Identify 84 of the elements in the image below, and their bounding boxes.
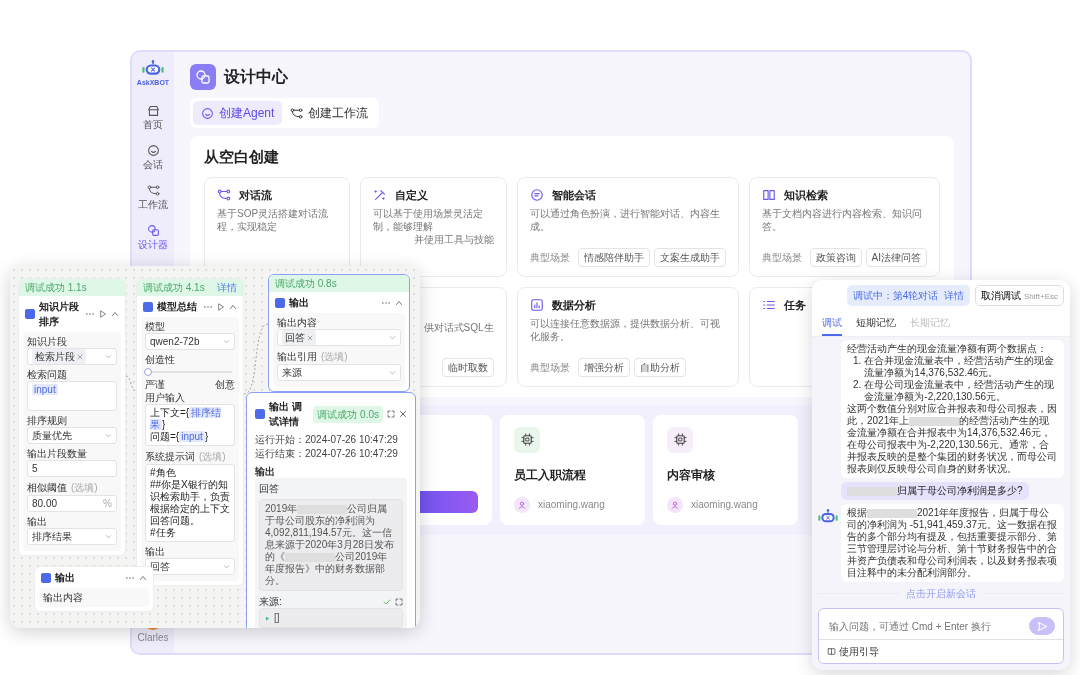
scenario-tag: 增强分析 — [577, 357, 630, 377]
scenario-tag: 情感陪伴助手 — [577, 247, 650, 267]
scenario-tag: 自助分析 — [633, 357, 686, 377]
card-description: 可以基于使用场景灵活定制，能够理解 — [373, 207, 485, 233]
list-number: 1. — [853, 355, 862, 368]
optional-hint: (选填) — [321, 350, 348, 364]
field-label: 输出 — [27, 515, 47, 528]
list-item-text: 在合并现金流量表中，经营活动产生的现金流量净额为14,376,532.46元。 — [864, 355, 1056, 379]
list-item-text: 在母公司现金流量表中，经营活动产生的现金流量净额为-2,220,130.56元。 — [864, 379, 1056, 403]
node-title: 输出 — [289, 296, 310, 310]
tag-chip: 检索片段 — [32, 349, 86, 364]
slider-max-label: 创意 — [215, 378, 235, 391]
card-title: 自定义 — [395, 187, 429, 203]
page-title: 设计中心 — [224, 67, 288, 87]
unit-label: % — [103, 497, 112, 511]
field-label: 输出内容 — [43, 591, 83, 604]
tag-chip: 回答 — [282, 330, 316, 345]
card-title: 智能会话 — [551, 187, 596, 203]
run-time: 运行开始：2024-07-26 10:47:29 — [255, 433, 399, 447]
field-label: 系统提示词 — [145, 450, 195, 463]
status-text: 调试成功 4.1s — [143, 281, 205, 295]
list-number: 2. — [853, 379, 862, 392]
user-name: Clarles — [137, 631, 169, 645]
user-message: 归属于母公司净利润是多少? — [841, 482, 1029, 500]
scenario-label: 典型场景 — [529, 250, 570, 265]
card-description: 供对话式SQL生 — [422, 320, 494, 334]
status-text: 调试成功 1.1s — [25, 281, 87, 295]
scenario-label: 典型场景 — [529, 360, 570, 375]
answer-text: 2019年 公司归属于母公司股东的净利润为4,092,811,194.57元。这一信息来源于2020年3月28日发布的《 公司2019年年度报告》中的财务数据部分。 — [259, 499, 403, 591]
card-title: 知识检索 — [783, 187, 828, 203]
field-label: 创造性 — [145, 353, 175, 366]
prompt-line: #角色 — [150, 467, 177, 479]
optional-hint: (选填) — [199, 450, 226, 464]
status-text: 调试中：第4轮对话 — [852, 289, 939, 303]
field-value: 5 — [32, 462, 38, 476]
section-title: 从空白创建 — [204, 147, 280, 167]
field-label: 相似阈值 — [27, 481, 67, 494]
slider-min-label: 严谨 — [145, 378, 165, 391]
author-name: xiaoming.wang — [538, 498, 605, 512]
source-label: 来源: — [259, 595, 283, 608]
source-value: [] — [274, 612, 280, 624]
field-label: 输出 — [145, 545, 165, 558]
template-title: 内容审核 — [667, 466, 716, 484]
prompt-line: ##你是X银行的知识检索助手，负责根据给定的上下文回答问题。 — [150, 479, 230, 527]
panel-title: 输出 调试详情 — [269, 400, 303, 429]
field-label: 用户输入 — [145, 391, 185, 404]
status-badge: 调试成功 0.0s — [313, 405, 383, 423]
scenario-tag: AI法律问答 — [865, 247, 927, 267]
node-title: 模型总结 — [157, 300, 198, 314]
node-title: 输出 — [55, 571, 76, 585]
bot-message: 根据 2021年年度报告，归属于母公司的净利润为 -51,941,459.37元。这一数据在报告的多个部分均有提及，包括重要提示部分、第三节管理层讨论与分析、第十节财务报告中的合并资产负债表和母公司利润表，以及财务报表项目注释中的未分配利润部分。 — [841, 504, 1064, 582]
run-time: 运行结束：2024-07-26 10:47:29 — [255, 447, 399, 461]
field-label: 输出内容 — [277, 316, 317, 329]
message-text: 这两个数值分别对应合并报表和母公司报表，因此，2021年上 的经营活动产生的现金流量净额在合并报表中为14,376,532.46元，在母公司报表中为-2,220,130.56元。通常，合并报表反映的是整个集团的财务状况，而母公司报表则仅反映母公司自身的财务状况。 — [847, 403, 1058, 475]
card-description: 可以通过角色扮演，进行智能对话、内容生成。 — [529, 207, 721, 233]
status-text: 调试成功 0.8s — [275, 277, 337, 291]
prompt-line: 问题={ input } — [150, 431, 210, 443]
card-title: 任务 — [783, 297, 806, 313]
field-label: 模型 — [145, 320, 165, 333]
answer-label: 回答 — [259, 482, 280, 495]
card-title: 对话流 — [239, 187, 272, 203]
node-title: 知识片段排序 — [39, 300, 80, 329]
card-description: 可以连接任意数据源，提供数据分析、可视化服务。 — [529, 317, 721, 343]
card-description: 基于文档内容进行内容检索、知识问答。 — [761, 207, 923, 233]
prompt-line: #任务 — [150, 527, 177, 539]
scenario-tag: 政策咨询 — [809, 247, 862, 267]
field-value: 80.00 — [32, 497, 58, 511]
scenario-label: 典型场景 — [761, 250, 802, 265]
template-title: 员工入职流程 — [514, 466, 587, 484]
output-label: 输出 — [255, 465, 276, 478]
card-description: 并使用工具与技能 — [412, 233, 494, 246]
card-description: 基于SOP灵活搭建对话流程，实现稳定 — [217, 207, 330, 233]
field-label: 输出引用 — [277, 350, 317, 363]
scenario-tag: 文案生成助手 — [653, 247, 726, 267]
field-label: 检索问题 — [27, 368, 67, 381]
field-label: 知识片段 — [27, 335, 67, 348]
message-text: 经营活动产生的现金流量净额有两个数据点： — [847, 343, 1048, 355]
card-title: 数据分析 — [551, 297, 596, 313]
field-label: 排序规则 — [27, 414, 67, 427]
field-label: 输出片段数量 — [27, 447, 87, 460]
variable-chip: input — [32, 384, 58, 395]
scenario-tag: 临时取数 — [441, 357, 494, 377]
optional-hint: (选填) — [71, 481, 98, 495]
author-name: xiaoming.wang — [691, 498, 758, 512]
